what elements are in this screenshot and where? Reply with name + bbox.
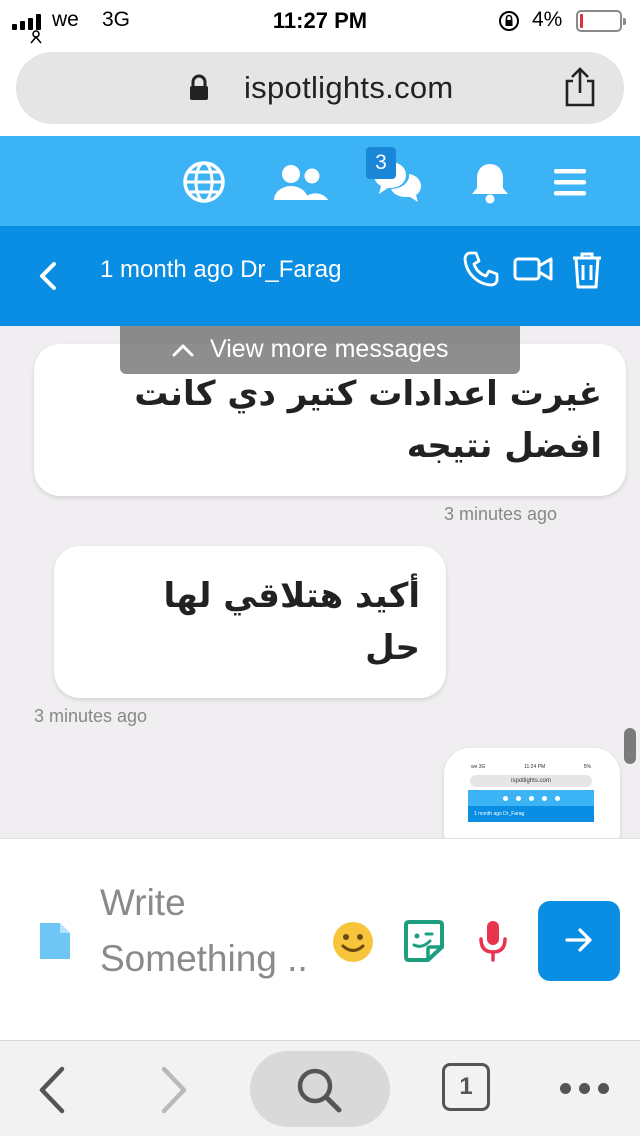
search-icon	[297, 1068, 342, 1113]
screenshot-thumbnail: we 3G 11:24 PM 5% ispotlights.com 1 mont…	[468, 764, 594, 838]
chevron-up-icon	[172, 344, 194, 357]
send-button[interactable]	[538, 901, 620, 981]
battery-icon	[576, 10, 626, 32]
chat-notification-badge: 3	[366, 147, 396, 179]
file-icon[interactable]	[38, 921, 72, 961]
chat-header: 1 month ago Dr_Farag	[0, 226, 640, 326]
url-text: ispotlights.com	[244, 70, 454, 105]
message-text: أكيد هتلاقي لها حل	[163, 576, 420, 668]
view-more-label: View more messages	[210, 335, 449, 363]
message-timestamp: 3 minutes ago	[444, 504, 558, 524]
rotation-lock-icon	[499, 11, 519, 31]
thumbnail-url: ispotlights.com	[470, 775, 592, 787]
sticker-icon[interactable]	[402, 919, 446, 963]
emoji-icon[interactable]	[332, 921, 374, 963]
message-timestamp: 3 minutes ago	[34, 706, 148, 726]
send-arrow-icon	[565, 928, 592, 952]
message-text: غيرت اعدادات كتير دي كانت افضل نتيجه	[134, 374, 602, 466]
trash-icon[interactable]	[570, 250, 604, 290]
message-composer: Write Something ..	[0, 838, 640, 1040]
thumbnail-status-time: 11:24 PM	[524, 764, 546, 770]
message-bubble-incoming[interactable]: أكيد هتلاقي لها حل	[54, 546, 446, 698]
thumbnail-status-right: 5%	[583, 764, 591, 770]
address-bar[interactable]: ispotlights.com	[16, 52, 624, 124]
app-nav-bar	[0, 136, 640, 226]
back-arrow-icon[interactable]	[36, 1065, 70, 1115]
message-list[interactable]: غيرت اعدادات كتير دي كانت افضل نتيجه 3 m…	[0, 326, 640, 838]
thumbnail-title: 1 month ago Dr_Farag	[468, 806, 594, 822]
microphone-icon[interactable]	[478, 919, 508, 963]
more-options-icon[interactable]	[560, 1083, 609, 1094]
globe-icon[interactable]	[180, 160, 228, 204]
status-bar: we 3G 11:27 PM 4%	[0, 0, 640, 44]
lock-icon	[190, 74, 208, 100]
scrollbar-thumb[interactable]	[624, 728, 636, 764]
share-icon[interactable]	[562, 66, 598, 108]
view-more-messages-button[interactable]: View more messages	[120, 326, 520, 374]
browser-toolbar: 1	[0, 1040, 640, 1136]
message-input[interactable]: Write Something ..	[100, 875, 320, 987]
image-message-bubble[interactable]: we 3G 11:24 PM 5% ispotlights.com 1 mont…	[444, 748, 620, 838]
forward-arrow-icon[interactable]	[156, 1065, 190, 1115]
chat-title: 1 month ago Dr_Farag	[100, 256, 342, 283]
battery-percent: 4%	[532, 8, 563, 31]
thumbnail-status-left: we 3G	[471, 764, 486, 770]
users-icon[interactable]	[272, 160, 328, 204]
back-chevron-icon[interactable]	[34, 256, 62, 296]
tabs-button[interactable]: 1	[442, 1063, 490, 1111]
video-icon[interactable]	[512, 250, 554, 288]
bell-icon[interactable]	[466, 160, 514, 204]
search-button[interactable]	[250, 1051, 390, 1127]
phone-icon[interactable]	[462, 250, 500, 288]
menu-icon[interactable]	[552, 160, 588, 204]
thumbnail-nav	[468, 790, 594, 806]
